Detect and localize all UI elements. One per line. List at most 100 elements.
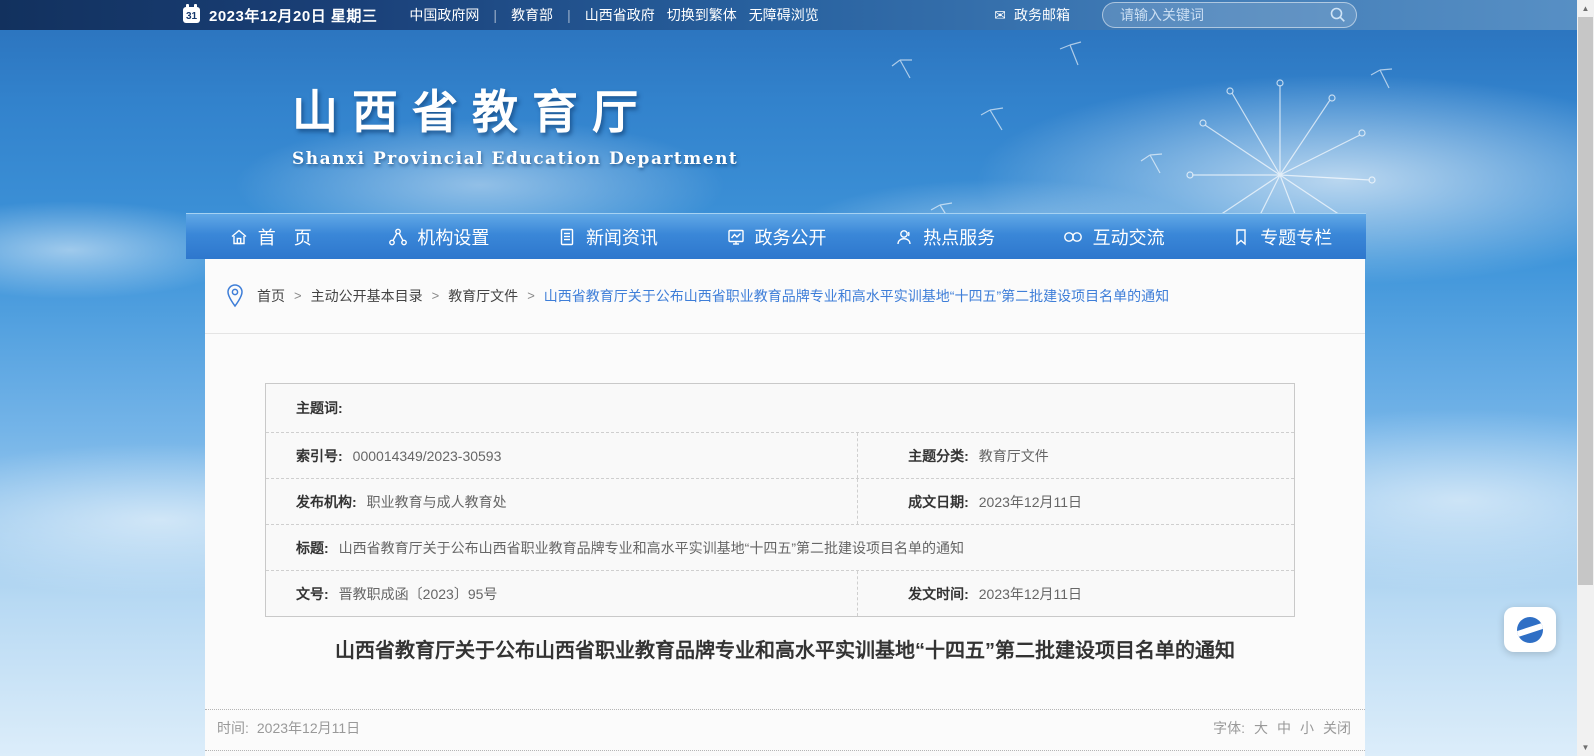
search-input[interactable]: [1118, 6, 1330, 24]
publisher-value: 职业教育与成人教育处: [367, 492, 507, 512]
font-label: 字体:: [1213, 718, 1245, 738]
subject-cell: 主题词:: [266, 384, 1294, 432]
divider: |: [493, 7, 497, 23]
publish-time-cell: 发文时间: 2023年12月11日: [857, 571, 1294, 616]
publisher-label: 发布机构:: [296, 492, 357, 512]
doc-title-label: 标题:: [296, 538, 329, 558]
table-row-index: 索引号: 000014349/2023-30593 主题分类: 教育厅文件: [266, 432, 1294, 478]
divider: |: [567, 7, 571, 23]
breadcrumb-separator: >: [527, 288, 535, 303]
index-number-cell: 索引号: 000014349/2023-30593: [266, 433, 857, 478]
nav-label: 互动交流: [1093, 224, 1165, 250]
breadcrumb-home[interactable]: 首页: [257, 286, 285, 306]
subject-label: 主题词:: [296, 398, 343, 418]
service-icon: [894, 227, 914, 247]
category-value: 教育厅文件: [979, 446, 1049, 466]
main-navigation: 首 页 机构设置 新闻资讯 政务公开: [186, 213, 1366, 259]
nav-label: 政务公开: [755, 224, 827, 250]
site-title: 山西省教育厅: [292, 76, 738, 142]
index-number-value: 000014349/2023-30593: [353, 448, 502, 464]
table-row-doc-number: 文号: 晋教职成函〔2023〕95号 发文时间: 2023年12月11日: [266, 570, 1294, 616]
nav-label: 新闻资讯: [586, 224, 658, 250]
publish-time-value: 2023年12月11日: [979, 584, 1082, 604]
index-number-label: 索引号:: [296, 446, 343, 466]
breadcrumb-catalog[interactable]: 主动公开基本目录: [311, 286, 423, 306]
disclosure-icon: [726, 227, 746, 247]
nav-item-home[interactable]: 首 页: [186, 224, 355, 250]
table-row-subject: 主题词:: [266, 384, 1294, 432]
close-button[interactable]: 关闭: [1323, 718, 1351, 738]
nav-item-interaction[interactable]: 互动交流: [1029, 224, 1198, 250]
scrollbar-down-arrow[interactable]: ▼: [1577, 739, 1594, 756]
mail-icon: ✉: [994, 8, 1006, 22]
site-subtitle: Shanxi Provincial Education Department: [292, 149, 738, 169]
breadcrumb-separator: >: [294, 288, 302, 303]
vertical-scrollbar[interactable]: ▲ ▼: [1577, 0, 1594, 756]
font-small-button[interactable]: 小: [1300, 718, 1314, 738]
article-meta-bar: 时间: 2023年12月11日 字体: 大 中 小 关闭: [205, 709, 1365, 751]
traditional-chinese-toggle[interactable]: 切换到繁体: [667, 5, 737, 25]
nav-item-organization[interactable]: 机构设置: [355, 224, 524, 250]
scrollbar-up-arrow[interactable]: ▲: [1577, 0, 1594, 17]
table-row-title: 标题: 山西省教育厅关于公布山西省职业教育品牌专业和高水平实训基地“十四五”第二…: [266, 524, 1294, 570]
topics-icon: [1231, 227, 1251, 247]
accessibility-link[interactable]: 无障碍浏览: [749, 5, 819, 25]
search-box: [1102, 2, 1357, 28]
top-utility-bar: 31 2023年12月20日 星期三 中国政府网 | 教育部 | 山西省政府 切…: [0, 0, 1594, 30]
link-ministry-education[interactable]: 教育部: [511, 5, 553, 25]
nav-label: 专题专栏: [1260, 224, 1332, 250]
article-time: 时间: 2023年12月11日: [217, 718, 360, 738]
gov-links: 中国政府网 | 教育部 | 山西省政府 切换到繁体 无障碍浏览: [409, 5, 818, 25]
doc-number-cell: 文号: 晋教职成函〔2023〕95号: [266, 571, 857, 616]
floating-service-button[interactable]: [1504, 607, 1556, 652]
breadcrumb-department-files[interactable]: 教育厅文件: [448, 286, 518, 306]
category-cell: 主题分类: 教育厅文件: [857, 433, 1294, 478]
interaction-icon: [1062, 227, 1084, 247]
news-icon: [557, 227, 577, 247]
link-shanxi-gov[interactable]: 山西省政府: [585, 5, 655, 25]
time-label: 时间:: [217, 718, 249, 738]
scrollbar-thumb[interactable]: [1578, 17, 1593, 585]
nav-item-services[interactable]: 热点服务: [860, 224, 1029, 250]
nav-item-topics[interactable]: 专题专栏: [1197, 224, 1366, 250]
search-button[interactable]: [1330, 7, 1346, 23]
search-icon: [1330, 7, 1346, 23]
current-date: 2023年12月20日 星期三: [209, 5, 377, 26]
nav-item-disclosure[interactable]: 政务公开: [692, 224, 861, 250]
doc-title-cell: 标题: 山西省教育厅关于公布山西省职业教育品牌专业和高水平实训基地“十四五”第二…: [266, 525, 1294, 570]
publish-time-label: 发文时间:: [908, 584, 969, 604]
article-title: 山西省教育厅关于公布山西省职业教育品牌专业和高水平实训基地“十四五”第二批建设项…: [245, 631, 1325, 671]
mailbox-label: 政务邮箱: [1014, 5, 1070, 25]
topbar-left: 31 2023年12月20日 星期三 中国政府网 | 教育部 | 山西省政府 切…: [183, 5, 819, 26]
nav-label: 首 页: [258, 224, 312, 250]
content-area: 首页 > 主动公开基本目录 > 教育厅文件 > 山西省教育厅关于公布山西省职业教…: [205, 258, 1365, 756]
written-date-cell: 成文日期: 2023年12月11日: [857, 479, 1294, 524]
font-large-button[interactable]: 大: [1254, 718, 1268, 738]
service-logo-icon: [1517, 617, 1543, 643]
calendar-icon: 31: [183, 7, 200, 23]
document-info-table: 主题词: 索引号: 000014349/2023-30593 主题分类: 教育厅…: [265, 383, 1295, 617]
home-icon: [229, 227, 249, 247]
written-date-label: 成文日期:: [908, 492, 969, 512]
table-row-publisher: 发布机构: 职业教育与成人教育处 成文日期: 2023年12月11日: [266, 478, 1294, 524]
gov-mailbox-link[interactable]: ✉ 政务邮箱: [994, 5, 1070, 25]
topbar-right: ✉ 政务邮箱: [994, 2, 1357, 28]
doc-title-value: 山西省教育厅关于公布山西省职业教育品牌专业和高水平实训基地“十四五”第二批建设项…: [339, 538, 964, 558]
site-logo[interactable]: 山西省教育厅 Shanxi Provincial Education Depar…: [292, 76, 738, 169]
location-pin-icon: [225, 283, 245, 309]
category-label: 主题分类:: [908, 446, 969, 466]
written-date-value: 2023年12月11日: [979, 492, 1082, 512]
time-value: 2023年12月11日: [257, 718, 360, 738]
font-size-controls: 字体: 大 中 小 关闭: [1213, 718, 1351, 738]
breadcrumb: 首页 > 主动公开基本目录 > 教育厅文件 > 山西省教育厅关于公布山西省职业教…: [205, 258, 1365, 334]
nav-label: 机构设置: [417, 224, 489, 250]
doc-number-label: 文号:: [296, 584, 329, 604]
organization-icon: [388, 227, 408, 247]
font-medium-button[interactable]: 中: [1277, 718, 1291, 738]
doc-number-value: 晋教职成函〔2023〕95号: [339, 584, 498, 604]
link-china-gov[interactable]: 中国政府网: [409, 5, 479, 25]
breadcrumb-current-page[interactable]: 山西省教育厅关于公布山西省职业教育品牌专业和高水平实训基地“十四五”第二批建设项…: [544, 286, 1169, 306]
publisher-cell: 发布机构: 职业教育与成人教育处: [266, 479, 857, 524]
breadcrumb-separator: >: [432, 288, 440, 303]
nav-item-news[interactable]: 新闻资讯: [523, 224, 692, 250]
